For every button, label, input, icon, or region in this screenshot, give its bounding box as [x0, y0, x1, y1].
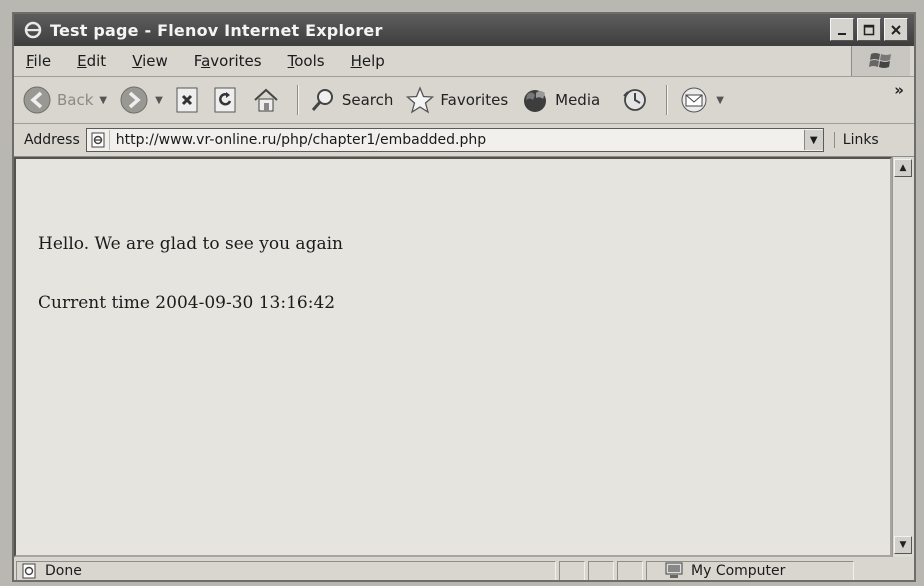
mail-dropdown-icon[interactable]: ▼ — [716, 95, 724, 106]
vertical-scrollbar[interactable]: ▲ ▼ — [892, 157, 913, 557]
refresh-button[interactable] — [213, 86, 239, 114]
browser-window: Test page - Flenov Internet Explorer Fil… — [12, 12, 916, 582]
star-icon — [406, 86, 435, 114]
scroll-up-button[interactable]: ▲ — [894, 159, 912, 177]
standard-toolbar: Back ▼ ▼ Search Favorites Media ▼ » — [14, 77, 914, 124]
menu-view[interactable]: View — [132, 52, 168, 70]
home-icon — [254, 88, 278, 112]
address-input[interactable] — [109, 131, 804, 149]
window-title: Test page - Flenov Internet Explorer — [50, 20, 383, 40]
status-pane-empty — [617, 561, 643, 580]
favorites-button[interactable]: Favorites — [405, 86, 508, 114]
windows-logo-icon — [851, 46, 910, 76]
menu-favorites[interactable]: Favorites — [194, 52, 262, 70]
forward-arrow-icon — [120, 86, 148, 114]
back-button[interactable]: Back ▼ — [22, 85, 107, 115]
page-icon — [87, 130, 110, 150]
search-button[interactable]: Search — [309, 86, 394, 114]
search-icon — [311, 89, 333, 111]
back-label: Back — [57, 91, 94, 109]
history-icon — [623, 89, 647, 111]
links-button[interactable]: Links — [833, 132, 879, 148]
greeting-text: Hello. We are glad to see you again — [38, 234, 343, 254]
home-button[interactable] — [251, 86, 281, 114]
ie-logo-icon — [22, 19, 44, 41]
status-bar: Done My Computer — [14, 560, 914, 580]
stop-icon — [176, 87, 198, 113]
security-zone-label: My Computer — [691, 563, 786, 579]
address-dropdown-icon[interactable]: ▼ — [803, 130, 823, 150]
back-arrow-icon — [23, 86, 51, 114]
media-label: Media — [555, 91, 601, 109]
stop-button[interactable] — [175, 86, 201, 114]
my-computer-icon — [665, 562, 683, 578]
address-field[interactable]: ▼ — [85, 128, 824, 152]
favorites-label: Favorites — [440, 91, 509, 109]
status-text: Done — [45, 563, 82, 579]
status-pane-empty — [559, 561, 585, 580]
menu-tools[interactable]: Tools — [288, 52, 325, 70]
toolbar-separator — [666, 85, 669, 115]
scroll-down-button[interactable]: ▼ — [894, 536, 912, 554]
toolbar-overflow-chevron[interactable]: » — [894, 81, 904, 99]
menu-bar: File Edit View Favorites Tools Help — [14, 46, 914, 77]
menu-edit[interactable]: Edit — [77, 52, 106, 70]
menu-help[interactable]: Help — [351, 52, 385, 70]
security-zone-pane: My Computer — [646, 561, 854, 580]
menu-file[interactable]: File — [26, 52, 51, 70]
minimize-button[interactable] — [830, 18, 854, 41]
history-button[interactable] — [620, 86, 650, 114]
mail-button[interactable]: ▼ — [678, 86, 724, 114]
title-bar: Test page - Flenov Internet Explorer — [14, 14, 914, 46]
status-pane-empty — [588, 561, 614, 580]
address-label: Address — [24, 132, 80, 148]
close-button[interactable] — [884, 18, 908, 41]
current-time-text: Current time 2004-09-30 13:16:42 — [38, 293, 336, 313]
mail-icon — [681, 87, 707, 113]
search-label: Search — [341, 91, 394, 109]
status-pane: Done — [16, 561, 556, 580]
address-bar: Address ▼ Links — [14, 124, 914, 157]
toolbar-separator — [296, 85, 299, 115]
media-button[interactable]: Media — [520, 86, 600, 114]
page-content: Hello. We are glad to see you again Curr… — [14, 157, 892, 557]
maximize-button[interactable] — [857, 18, 881, 41]
forward-button[interactable]: ▼ — [119, 85, 163, 115]
refresh-icon — [214, 87, 236, 113]
back-dropdown-icon[interactable]: ▼ — [99, 95, 107, 106]
forward-dropdown-icon[interactable]: ▼ — [155, 95, 163, 106]
media-icon — [524, 90, 547, 112]
done-page-icon — [22, 563, 36, 579]
